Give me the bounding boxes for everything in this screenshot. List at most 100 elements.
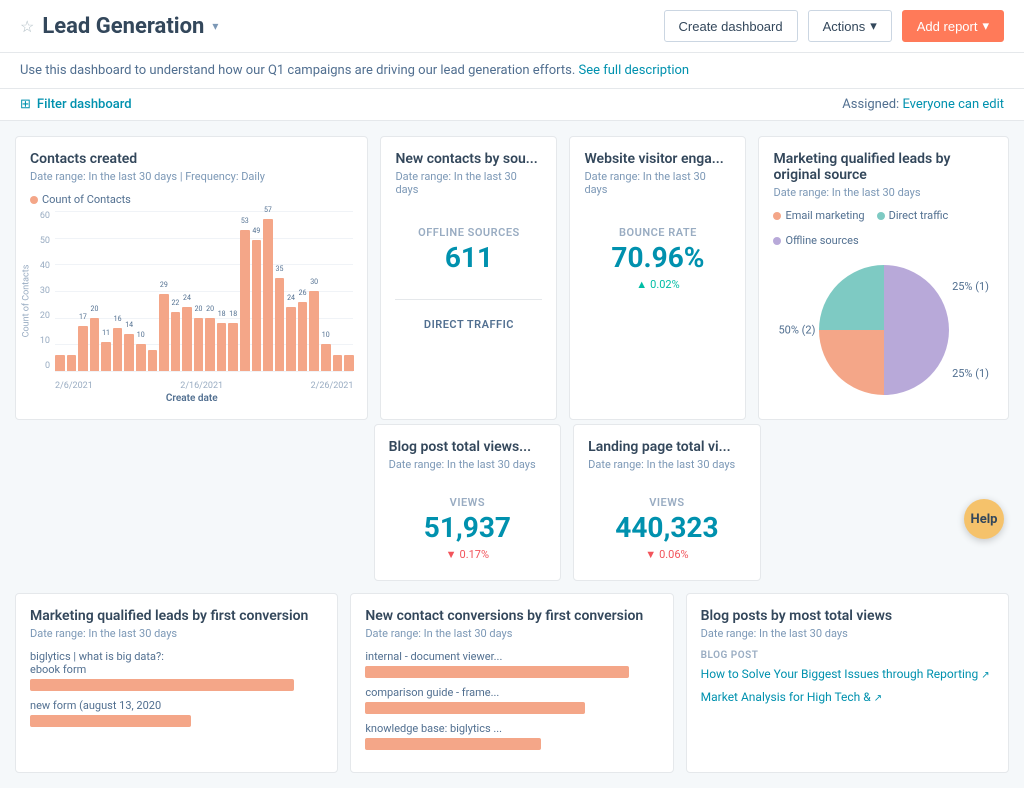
bar-item: 26 bbox=[298, 302, 308, 371]
row-2: Marketing qualified leads by first conve… bbox=[15, 593, 1009, 773]
subheader: Use this dashboard to understand how our… bbox=[0, 53, 1024, 89]
blog-link-1-anchor[interactable]: How to Solve Your Biggest Issues through… bbox=[701, 667, 990, 681]
bar-item bbox=[55, 355, 65, 371]
mql-first-conversion-card: Marketing qualified leads by first conve… bbox=[15, 593, 338, 773]
mql-legend: Email marketing Direct traffic Offline s… bbox=[773, 209, 994, 247]
create-dashboard-button[interactable]: Create dashboard bbox=[664, 10, 798, 42]
mql-bar-2 bbox=[30, 715, 191, 727]
legend-email: Email marketing bbox=[773, 209, 864, 222]
grid-icon: ⊞ bbox=[20, 97, 31, 112]
contacts-created-subtitle: Date range: In the last 30 days | Freque… bbox=[30, 170, 353, 183]
new-contact-conv-subtitle: Date range: In the last 30 days bbox=[365, 627, 658, 640]
bar-item bbox=[333, 355, 343, 371]
add-report-button[interactable]: Add report ▾ bbox=[902, 10, 1004, 42]
new-contact-conversions-card: New contact conversions by first convers… bbox=[350, 593, 673, 773]
see-full-description-link[interactable]: See full description bbox=[579, 63, 690, 78]
pie-direct bbox=[819, 265, 884, 330]
blog-post-column-label: BLOG POST bbox=[701, 650, 994, 661]
help-button[interactable]: Help bbox=[964, 499, 1004, 539]
external-link-icon-2: ↗ bbox=[874, 693, 882, 704]
direct-dot bbox=[877, 212, 885, 220]
pie-label-email: 25% (1) bbox=[952, 280, 989, 293]
conv-bar-1 bbox=[365, 666, 629, 678]
bar-chart: Count of Contacts 6050403020100 17201116… bbox=[30, 211, 353, 391]
filter-dashboard-button[interactable]: ⊞ Filter dashboard bbox=[20, 97, 132, 112]
blog-most-views-subtitle: Date range: In the last 30 days bbox=[701, 627, 994, 640]
bar-item: 57 bbox=[263, 219, 273, 371]
blog-link-2-anchor[interactable]: Market Analysis for High Tech & ↗ bbox=[701, 690, 882, 704]
conv-bar-3 bbox=[365, 738, 541, 750]
header-left: ☆ Lead Generation ▾ bbox=[20, 14, 218, 39]
bar-item bbox=[67, 355, 77, 371]
landing-views-value: 440,323 bbox=[588, 513, 746, 544]
offline-dot bbox=[773, 237, 781, 245]
new-contact-conv-title: New contact conversions by first convers… bbox=[365, 608, 658, 624]
pie-label-offline: 50% (2) bbox=[778, 324, 815, 337]
legend-direct: Direct traffic bbox=[877, 209, 949, 222]
pie-email bbox=[819, 330, 884, 395]
blog-posts-most-views-card: Blog posts by most total views Date rang… bbox=[686, 593, 1009, 773]
bar-item: 22 bbox=[171, 312, 181, 371]
star-icon[interactable]: ☆ bbox=[20, 17, 34, 36]
new-contacts-sub-label: DIRECT TRAFFIC bbox=[395, 318, 542, 331]
bar-item: 18 bbox=[217, 323, 227, 371]
legend-offline: Offline sources bbox=[773, 234, 858, 247]
mql-source-title: Marketing qualified leads by original so… bbox=[773, 151, 994, 183]
mql-conversion-subtitle: Date range: In the last 30 days bbox=[30, 627, 323, 640]
bar-item: 16 bbox=[113, 328, 123, 371]
bar-item: 18 bbox=[228, 323, 238, 371]
bar-item: 10 bbox=[136, 344, 146, 371]
contacts-created-card: Contacts created Date range: In the last… bbox=[15, 136, 368, 420]
blog-post-subtitle: Date range: In the last 30 days bbox=[389, 458, 547, 471]
bounce-rate-value: 70.96% bbox=[584, 243, 731, 274]
bar-item: 35 bbox=[275, 278, 285, 371]
landing-views-label: VIEWS bbox=[588, 496, 746, 509]
bar-item: 17 bbox=[78, 326, 88, 371]
website-visitor-card: Website visitor enga... Date range: In t… bbox=[569, 136, 746, 420]
bar-item: 14 bbox=[124, 334, 134, 371]
mql-item-1: biglytics | what is big data?:ebook form bbox=[30, 650, 323, 691]
conv-item-1: internal - document viewer... bbox=[365, 650, 658, 678]
filter-bar: ⊞ Filter dashboard Assigned: Everyone ca… bbox=[0, 89, 1024, 121]
new-contacts-card: New contacts by sou... Date range: In th… bbox=[380, 136, 557, 420]
email-dot bbox=[773, 212, 781, 220]
bar-item: 49 bbox=[252, 240, 262, 371]
bar-item: 20 bbox=[194, 318, 204, 371]
pie-offline bbox=[884, 265, 949, 395]
blog-post-views-card: Blog post total views... Date range: In … bbox=[374, 424, 562, 581]
edit-permissions-link[interactable]: Everyone can edit bbox=[902, 97, 1004, 112]
chevron-down-icon: ▾ bbox=[870, 18, 877, 34]
spacer bbox=[15, 424, 362, 581]
actions-button[interactable]: Actions ▾ bbox=[808, 10, 892, 42]
contacts-created-title: Contacts created bbox=[30, 151, 353, 167]
bounce-rate-change: ▲ 0.02% bbox=[584, 278, 731, 291]
bar-item: 11 bbox=[101, 342, 111, 371]
landing-page-title: Landing page total vi... bbox=[588, 439, 746, 455]
landing-page-views-card: Landing page total vi... Date range: In … bbox=[573, 424, 761, 581]
x-axis-title: Create date bbox=[30, 393, 353, 404]
up-arrow-icon: ▲ bbox=[636, 278, 647, 291]
contacts-created-legend: Count of Contacts bbox=[30, 193, 353, 206]
blog-link-1: How to Solve Your Biggest Issues through… bbox=[701, 667, 994, 682]
x-axis: 2/6/2021 2/16/2021 2/26/2021 bbox=[55, 381, 353, 391]
bar-chart-area: 1720111614102922242020181853495735242630… bbox=[55, 211, 353, 371]
mql-bar-1 bbox=[30, 679, 294, 691]
website-visitor-title: Website visitor enga... bbox=[584, 151, 731, 167]
row-1b: Blog post total views... Date range: In … bbox=[15, 424, 1009, 581]
bar-item bbox=[148, 350, 158, 371]
new-contacts-metric-label: OFFLINE SOURCES bbox=[395, 226, 542, 239]
blog-link-2: Market Analysis for High Tech & ↗ bbox=[701, 690, 994, 705]
page-title: Lead Generation bbox=[42, 14, 204, 39]
landing-page-subtitle: Date range: In the last 30 days bbox=[588, 458, 746, 471]
row-1: Contacts created Date range: In the last… bbox=[15, 136, 1009, 420]
pie-chart bbox=[809, 255, 959, 405]
new-contacts-title: New contacts by sou... bbox=[395, 151, 542, 167]
dashboard: Contacts created Date range: In the last… bbox=[0, 121, 1024, 788]
website-visitor-subtitle: Date range: In the last 30 days bbox=[584, 170, 731, 196]
header: ☆ Lead Generation ▾ Create dashboard Act… bbox=[0, 0, 1024, 53]
conv-bar-2 bbox=[365, 702, 585, 714]
blog-views-label: VIEWS bbox=[389, 496, 547, 509]
bar-item: 24 bbox=[286, 307, 296, 371]
external-link-icon: ↗ bbox=[981, 670, 989, 681]
chevron-down-icon[interactable]: ▾ bbox=[212, 19, 218, 33]
